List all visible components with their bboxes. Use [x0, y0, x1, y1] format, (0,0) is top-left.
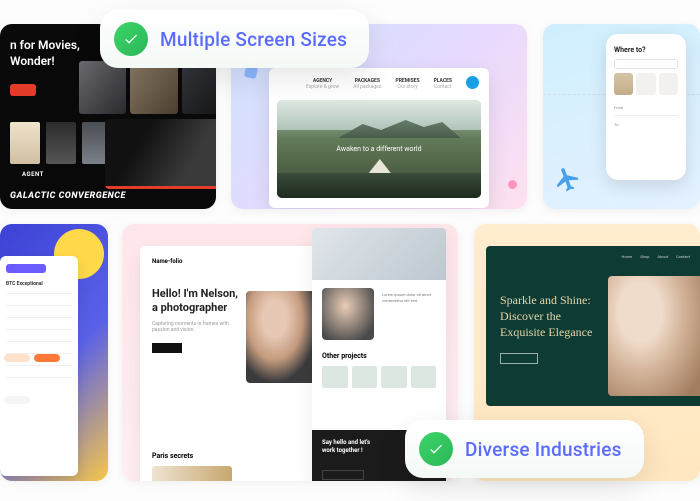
- brand-logo: Name-folio: [152, 258, 318, 265]
- thumbnail: [152, 466, 232, 481]
- dashboard-panel: BTC Exceptional: [0, 256, 78, 476]
- search-field[interactable]: [614, 59, 678, 69]
- model-image: [608, 276, 700, 396]
- primary-button[interactable]: [6, 264, 46, 273]
- badge-diverse-industries: Diverse Industries: [405, 420, 644, 478]
- project-gallery: [322, 366, 436, 388]
- tile-dashboard: BTC Exceptional: [0, 224, 108, 481]
- shop-button[interactable]: [500, 353, 538, 364]
- section-title: Paris secrets: [152, 452, 193, 460]
- check-icon: [419, 432, 453, 466]
- check-icon: [114, 22, 148, 56]
- option-card[interactable]: [659, 73, 678, 95]
- badge-multiple-screen-sizes: Multiple Screen Sizes: [100, 10, 369, 68]
- cta-circle[interactable]: [466, 76, 479, 89]
- screen-title: Where to?: [614, 46, 678, 54]
- featured-banner: [105, 119, 216, 189]
- option-card[interactable]: [614, 73, 633, 95]
- portrait-image: [246, 291, 318, 383]
- tile-mobile-booking: Where to? From To: [543, 24, 700, 209]
- airplane-icon: [549, 161, 585, 197]
- browser-frame: AGENCYExplore & grow PACKAGESAll package…: [269, 68, 489, 208]
- banner-title: GALACTIC CONVERGENCE: [10, 191, 126, 201]
- panel-headline: BTC Exceptional: [6, 281, 72, 287]
- portfolio-page-1: Name-folio Hello! I'm Nelson, a photogra…: [140, 246, 330, 481]
- phone-mockup: Where to? From To: [606, 34, 686, 180]
- site-nav: HomeShopAboutContact: [621, 254, 690, 259]
- decor-dot: [508, 180, 517, 189]
- badge-label: Diverse Industries: [465, 438, 622, 461]
- jewelry-site: HomeShopAboutContact Sparkle and Shine: …: [486, 246, 700, 406]
- portfolio-headline: Hello! I'm Nelson, a photographer: [152, 287, 242, 315]
- author-bio: Lorem ipsum dolor sit amet consectetur e…: [382, 292, 438, 303]
- badge-label: Multiple Screen Sizes: [160, 28, 347, 51]
- jewelry-headline: Sparkle and Shine: Discover the Exquisit…: [500, 292, 605, 341]
- option-card[interactable]: [636, 73, 655, 95]
- section-title: Other projects: [322, 352, 367, 360]
- poster-label: AGENT: [22, 171, 44, 178]
- destination-options: [614, 73, 678, 95]
- hero-image: Awaken to a different world: [277, 100, 481, 198]
- movie-hero-title: n for Movies, Wonder!: [10, 38, 80, 69]
- play-button[interactable]: [10, 84, 36, 96]
- portfolio-sub: Capturing moments in frames with passion…: [152, 321, 242, 333]
- email-field[interactable]: [322, 470, 364, 480]
- nav-tabs: AGENCYExplore & grow PACKAGESAll package…: [269, 78, 489, 90]
- hero-caption: Awaken to a different world: [277, 145, 481, 153]
- author-photo: [322, 288, 374, 340]
- cta-button[interactable]: [152, 343, 182, 353]
